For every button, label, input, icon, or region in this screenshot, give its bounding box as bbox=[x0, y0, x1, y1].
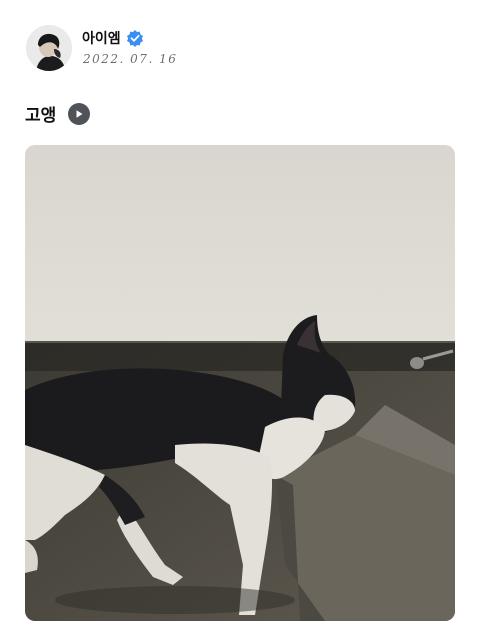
play-button[interactable] bbox=[68, 102, 91, 125]
play-icon bbox=[76, 109, 83, 118]
author-avatar[interactable] bbox=[26, 25, 72, 71]
post-photo[interactable] bbox=[25, 145, 455, 621]
author-name[interactable]: 아이엠 bbox=[82, 28, 121, 48]
verified-badge-icon bbox=[126, 29, 144, 47]
post-caption: 고앵 bbox=[25, 106, 57, 126]
author-row: 아이엠 bbox=[82, 28, 144, 48]
avatar-image bbox=[26, 25, 72, 71]
post-date: 2022. 07. 16 bbox=[83, 52, 178, 66]
cat-photo-image bbox=[25, 145, 455, 621]
caption-row: 고앵 bbox=[25, 101, 91, 126]
